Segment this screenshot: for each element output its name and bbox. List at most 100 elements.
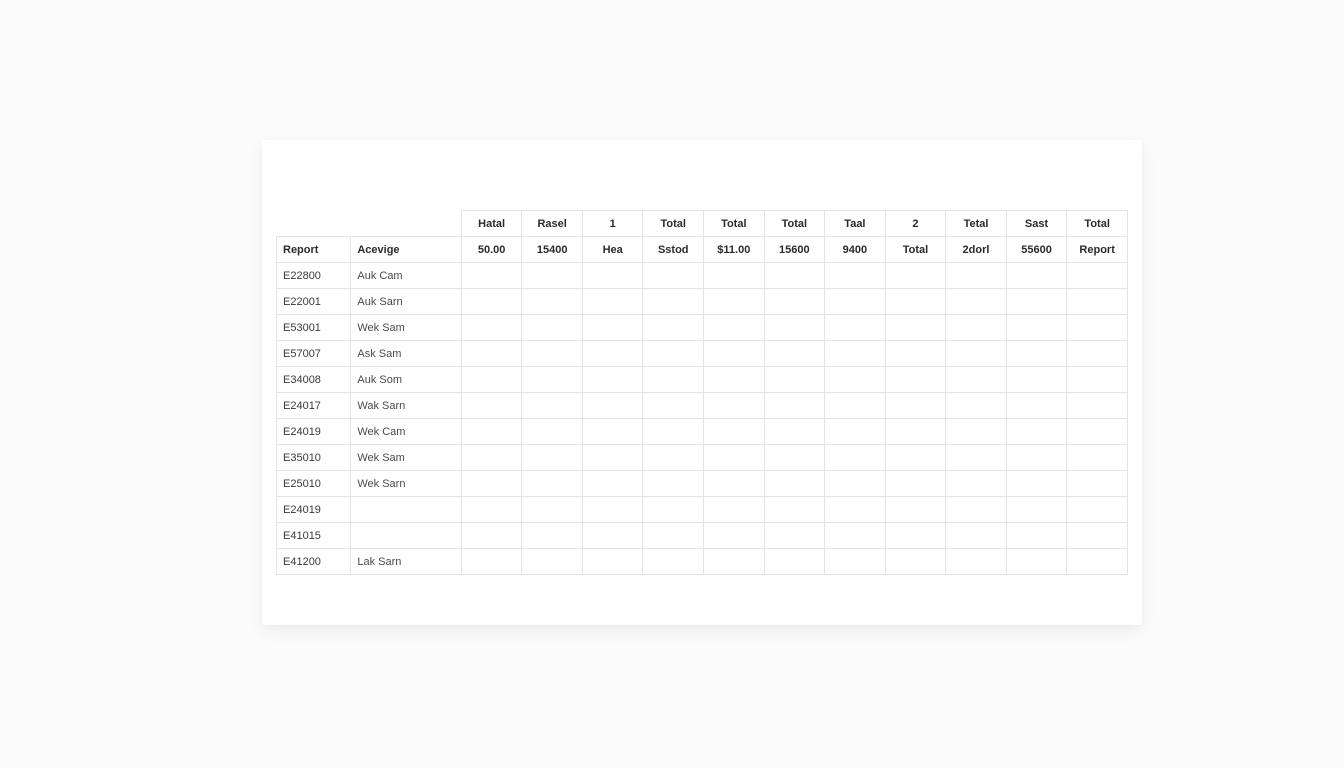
row-cell	[704, 445, 765, 471]
subhead-cell: Hea	[582, 237, 643, 263]
subhead-cell: 9400	[825, 237, 886, 263]
row-cell	[643, 263, 704, 289]
table-row: E24017Wak Sarn	[277, 393, 1128, 419]
row-cell	[461, 341, 522, 367]
row-cell	[825, 341, 886, 367]
row-cell	[1067, 393, 1128, 419]
table-row: E53001Wek Sam	[277, 315, 1128, 341]
row-cell	[946, 445, 1007, 471]
row-name: Wek Sam	[351, 315, 461, 341]
row-code: E35010	[277, 445, 351, 471]
row-name: Ask Sam	[351, 341, 461, 367]
subhead-cell: Sstod	[643, 237, 704, 263]
row-cell	[643, 419, 704, 445]
row-cell	[582, 523, 643, 549]
row-cell	[885, 289, 946, 315]
row-cell	[461, 471, 522, 497]
row-cell	[825, 263, 886, 289]
row-cell	[946, 549, 1007, 575]
row-name: Auk Som	[351, 367, 461, 393]
row-cell	[764, 367, 825, 393]
row-cell	[1006, 523, 1067, 549]
row-cell	[764, 523, 825, 549]
row-cell	[522, 315, 583, 341]
row-cell	[704, 419, 765, 445]
row-cell	[643, 393, 704, 419]
row-cell	[582, 393, 643, 419]
table-row: E34008Auk Som	[277, 367, 1128, 393]
col-header: Tetal	[946, 211, 1007, 237]
subhead-cell: Report	[277, 237, 351, 263]
row-code: E22001	[277, 289, 351, 315]
row-code: E24019	[277, 497, 351, 523]
row-code: E25010	[277, 471, 351, 497]
row-cell	[461, 393, 522, 419]
row-cell	[461, 263, 522, 289]
row-cell	[1006, 263, 1067, 289]
table-row: E41015	[277, 523, 1128, 549]
row-cell	[1006, 419, 1067, 445]
row-cell	[1006, 393, 1067, 419]
row-cell	[946, 523, 1007, 549]
row-cell	[825, 289, 886, 315]
row-cell	[582, 419, 643, 445]
row-name: Lak Sarn	[351, 549, 461, 575]
table-container: Hatal Rasel 1 Total Total Total Taal 2 T…	[276, 210, 1128, 575]
row-cell	[946, 497, 1007, 523]
row-cell	[825, 315, 886, 341]
row-cell	[461, 523, 522, 549]
subhead-cell: $11.00	[704, 237, 765, 263]
table-row: E25010Wek Sarn	[277, 471, 1128, 497]
row-cell	[1006, 367, 1067, 393]
row-name: Auk Cam	[351, 263, 461, 289]
row-code: E24019	[277, 419, 351, 445]
row-code: E34008	[277, 367, 351, 393]
table-row: E22001Auk Sarn	[277, 289, 1128, 315]
row-cell	[704, 393, 765, 419]
row-cell	[764, 289, 825, 315]
row-name: Auk Sarn	[351, 289, 461, 315]
row-cell	[1067, 367, 1128, 393]
row-cell	[643, 549, 704, 575]
row-cell	[825, 549, 886, 575]
row-cell	[764, 419, 825, 445]
row-cell	[764, 445, 825, 471]
data-table: Hatal Rasel 1 Total Total Total Taal 2 T…	[276, 210, 1128, 575]
col-header: Total	[704, 211, 765, 237]
row-cell	[1006, 497, 1067, 523]
row-cell	[643, 523, 704, 549]
row-cell	[946, 393, 1007, 419]
col-header: Rasel	[522, 211, 583, 237]
row-cell	[946, 289, 1007, 315]
row-cell	[643, 367, 704, 393]
col-header: Taal	[825, 211, 886, 237]
row-cell	[522, 497, 583, 523]
row-cell	[946, 263, 1007, 289]
row-name: Wek Cam	[351, 419, 461, 445]
table-row: E24019	[277, 497, 1128, 523]
row-cell	[1067, 471, 1128, 497]
row-cell	[885, 367, 946, 393]
row-cell	[1067, 315, 1128, 341]
col-header	[351, 211, 461, 237]
row-cell	[522, 341, 583, 367]
table-row: E22800Auk Cam	[277, 263, 1128, 289]
row-cell	[582, 315, 643, 341]
row-cell	[643, 445, 704, 471]
row-cell	[764, 497, 825, 523]
row-cell	[643, 471, 704, 497]
row-cell	[764, 315, 825, 341]
row-cell	[643, 341, 704, 367]
row-cell	[885, 445, 946, 471]
report-card: Hatal Rasel 1 Total Total Total Taal 2 T…	[262, 140, 1142, 625]
row-cell	[885, 393, 946, 419]
row-cell	[582, 341, 643, 367]
table-subheader-row: Report Acevige 50.00 15400 Hea Sstod $11…	[277, 237, 1128, 263]
row-name	[351, 497, 461, 523]
row-cell	[1067, 523, 1128, 549]
row-cell	[582, 367, 643, 393]
col-header: Sast	[1006, 211, 1067, 237]
row-code: E53001	[277, 315, 351, 341]
row-cell	[643, 289, 704, 315]
table-row: E41200Lak Sarn	[277, 549, 1128, 575]
